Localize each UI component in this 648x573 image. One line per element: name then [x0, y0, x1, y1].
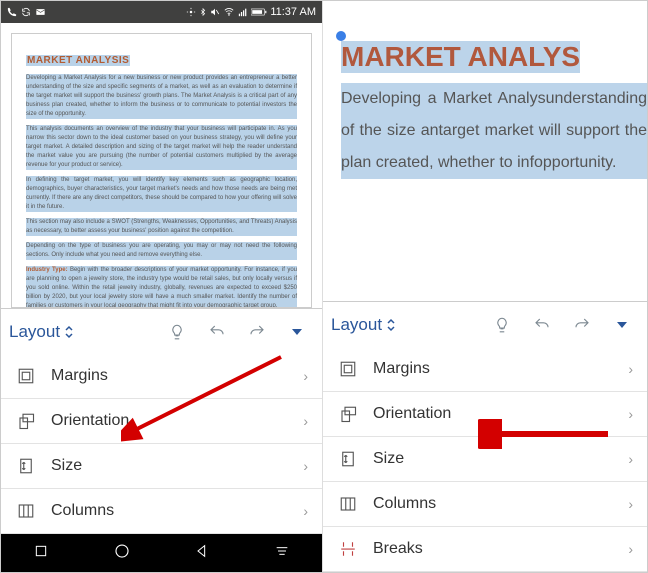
layout-toolbar: Layout — [323, 301, 647, 347]
status-time: 11:37 AM — [270, 6, 316, 18]
location-icon — [186, 7, 196, 17]
doc-title: MARKET ANALYSIS — [26, 55, 130, 66]
columns-icon — [15, 502, 37, 520]
menu-orientation[interactable]: Orientation › — [1, 399, 322, 444]
nav-menu-icon[interactable] — [274, 543, 290, 564]
menu-columns[interactable]: Columns › — [323, 482, 647, 527]
doc-paragraph: In defining the target market, you will … — [26, 176, 297, 212]
size-icon — [337, 450, 359, 468]
nav-recent-icon[interactable] — [33, 543, 49, 564]
selection-handle[interactable] — [336, 31, 346, 41]
menu-margins[interactable]: Margins › — [1, 354, 322, 399]
chevron-right-icon: › — [628, 361, 633, 377]
chevron-right-icon: › — [628, 451, 633, 467]
chevron-right-icon: › — [303, 413, 308, 429]
margins-icon — [337, 360, 359, 378]
collapse-icon[interactable] — [280, 325, 314, 339]
menu-label: Size — [51, 457, 82, 475]
doc-paragraph: Depending on the type of business you ar… — [26, 242, 297, 260]
doc-paragraph: Industry Type: Begin with the broader de… — [26, 266, 297, 308]
doc-paragraph: This analysis documents an overview of t… — [26, 125, 297, 170]
document-preview-zoom[interactable]: MARKET ANALYS Developing a Market Analys… — [323, 1, 647, 301]
columns-icon — [337, 495, 359, 513]
menu-columns[interactable]: Columns › — [1, 489, 322, 534]
menu-size[interactable]: Size › — [1, 444, 322, 489]
layout-dropdown[interactable]: Layout — [9, 322, 74, 342]
doc-paragraph-zoom: Developing a Market Analysunderstanding … — [341, 83, 647, 179]
android-nav-bar — [1, 534, 322, 572]
chevron-right-icon: › — [303, 503, 308, 519]
wifi-icon — [223, 7, 235, 17]
sync-icon — [21, 7, 31, 17]
menu-orientation[interactable]: Orientation › — [323, 392, 647, 437]
menu-label: Size — [373, 450, 404, 468]
signal-icon — [238, 7, 248, 17]
nav-back-icon[interactable] — [194, 543, 210, 564]
undo-icon[interactable] — [525, 316, 559, 334]
doc-paragraph: Developing a Market Analysis for a new b… — [26, 74, 297, 119]
status-bar: 11:37 AM — [1, 1, 322, 23]
menu-label: Orientation — [373, 405, 451, 423]
phone-screenshot-small: 11:37 AM MARKET ANALYSIS Developing a Ma… — [1, 1, 323, 572]
breaks-icon — [337, 540, 359, 558]
chevron-right-icon: › — [303, 458, 308, 474]
menu-label: Orientation — [51, 412, 129, 430]
menu-label: Margins — [51, 367, 108, 385]
orientation-icon — [337, 405, 359, 423]
bluetooth-icon — [199, 7, 207, 17]
battery-icon — [251, 7, 267, 17]
chevron-right-icon: › — [303, 368, 308, 384]
menu-label: Breaks — [373, 540, 423, 558]
layout-dropdown[interactable]: Layout — [331, 315, 396, 335]
document-preview[interactable]: MARKET ANALYSIS Developing a Market Anal… — [1, 23, 322, 308]
nav-home-icon[interactable] — [113, 542, 131, 565]
chevron-right-icon: › — [628, 406, 633, 422]
menu-margins[interactable]: Margins › — [323, 347, 647, 392]
size-icon — [15, 457, 37, 475]
redo-icon[interactable] — [565, 316, 599, 334]
chevron-right-icon: › — [628, 541, 633, 557]
menu-size[interactable]: Size › — [323, 437, 647, 482]
phone-screenshot-zoom: MARKET ANALYS Developing a Market Analys… — [323, 1, 647, 572]
layout-menu: Margins › Orientation › Size › Columns ›… — [323, 347, 647, 572]
mail-icon — [35, 7, 46, 17]
phone-icon — [7, 7, 17, 17]
undo-icon[interactable] — [200, 323, 234, 341]
mute-icon — [210, 7, 220, 17]
menu-breaks[interactable]: Breaks › — [323, 527, 647, 572]
layout-menu: Margins › Orientation › Size › Columns › — [1, 354, 322, 534]
menu-label: Columns — [373, 495, 436, 513]
layout-toolbar: Layout — [1, 308, 322, 354]
doc-paragraph: This section may also include a SWOT (St… — [26, 218, 297, 236]
document-page: MARKET ANALYSIS Developing a Market Anal… — [11, 33, 312, 308]
updown-icon — [386, 318, 396, 332]
chevron-right-icon: › — [628, 496, 633, 512]
margins-icon — [15, 367, 37, 385]
lightbulb-icon[interactable] — [160, 323, 194, 341]
menu-label: Columns — [51, 502, 114, 520]
collapse-icon[interactable] — [605, 318, 639, 332]
lightbulb-icon[interactable] — [485, 316, 519, 334]
updown-icon — [64, 325, 74, 339]
redo-icon[interactable] — [240, 323, 274, 341]
doc-title-zoom: MARKET ANALYS — [341, 41, 580, 73]
menu-label: Margins — [373, 360, 430, 378]
orientation-icon — [15, 412, 37, 430]
